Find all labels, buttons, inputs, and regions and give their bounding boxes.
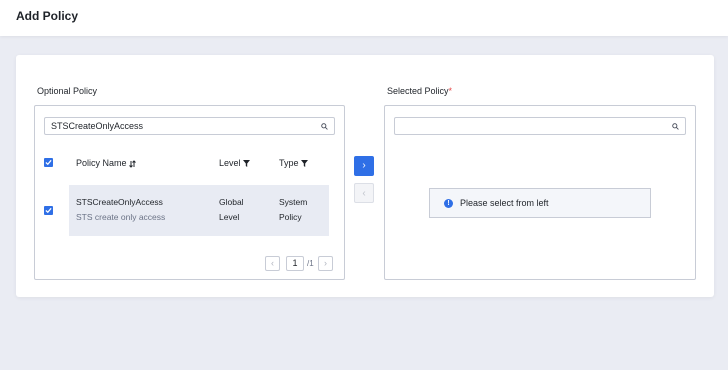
column-header-type[interactable]: Type	[279, 158, 309, 168]
required-mark: *	[448, 86, 453, 96]
column-header-level[interactable]: Level	[219, 158, 251, 168]
selected-search-input[interactable]	[394, 117, 686, 135]
move-to-selected-button[interactable]: ›	[354, 156, 374, 176]
next-page-button[interactable]: ›	[318, 256, 333, 271]
optional-search-value: STSCreateOnlyAccess	[51, 121, 144, 131]
policy-name-cell: STSCreateOnlyAccess STS create only acce…	[76, 195, 165, 225]
optional-policy-label: Optional Policy	[37, 86, 98, 96]
search-icon[interactable]	[672, 123, 679, 130]
optional-search-input[interactable]: STSCreateOnlyAccess	[44, 117, 335, 135]
policy-description: STS create only access	[76, 212, 166, 222]
select-all-checkbox[interactable]	[44, 158, 53, 167]
type-line-1: System	[279, 197, 308, 207]
column-header-policy-name[interactable]: Policy Name	[76, 158, 136, 168]
empty-state-message: ! Please select from left	[429, 188, 651, 218]
row-checkbox[interactable]	[44, 206, 53, 215]
move-to-optional-button[interactable]: ‹	[354, 183, 374, 203]
type-cell: System Policy	[279, 195, 307, 225]
current-page[interactable]: 1	[286, 256, 304, 271]
level-line-2: Level	[219, 212, 240, 222]
level-header-label: Level	[219, 158, 241, 168]
policy-name-header-label: Policy Name	[76, 158, 127, 168]
empty-state-text: Please select from left	[460, 198, 549, 208]
filter-icon[interactable]	[243, 160, 251, 168]
prev-page-button[interactable]: ‹	[265, 256, 280, 271]
policy-name: STSCreateOnlyAccess	[76, 197, 163, 207]
selected-policy-label-text: Selected Policy	[387, 86, 449, 96]
sort-icon[interactable]	[129, 159, 136, 168]
page-title: Add Policy	[16, 9, 79, 23]
optional-policy-panel: STSCreateOnlyAccess Policy Name Level Ty…	[34, 105, 345, 280]
filter-icon[interactable]	[301, 160, 309, 168]
type-header-label: Type	[279, 158, 299, 168]
table-row[interactable]: STSCreateOnlyAccess STS create only acce…	[44, 185, 329, 236]
header-bar: Add Policy	[0, 0, 728, 36]
info-icon: !	[444, 199, 453, 208]
level-line-1: Global	[219, 197, 244, 207]
level-cell: Global Level	[219, 195, 244, 225]
total-pages: /1	[307, 259, 314, 268]
policy-card: Optional Policy STSCreateOnlyAccess Poli…	[16, 55, 714, 297]
selected-policy-label: Selected Policy*	[387, 86, 452, 96]
search-icon[interactable]	[321, 123, 328, 130]
type-line-2: Policy	[279, 212, 302, 222]
